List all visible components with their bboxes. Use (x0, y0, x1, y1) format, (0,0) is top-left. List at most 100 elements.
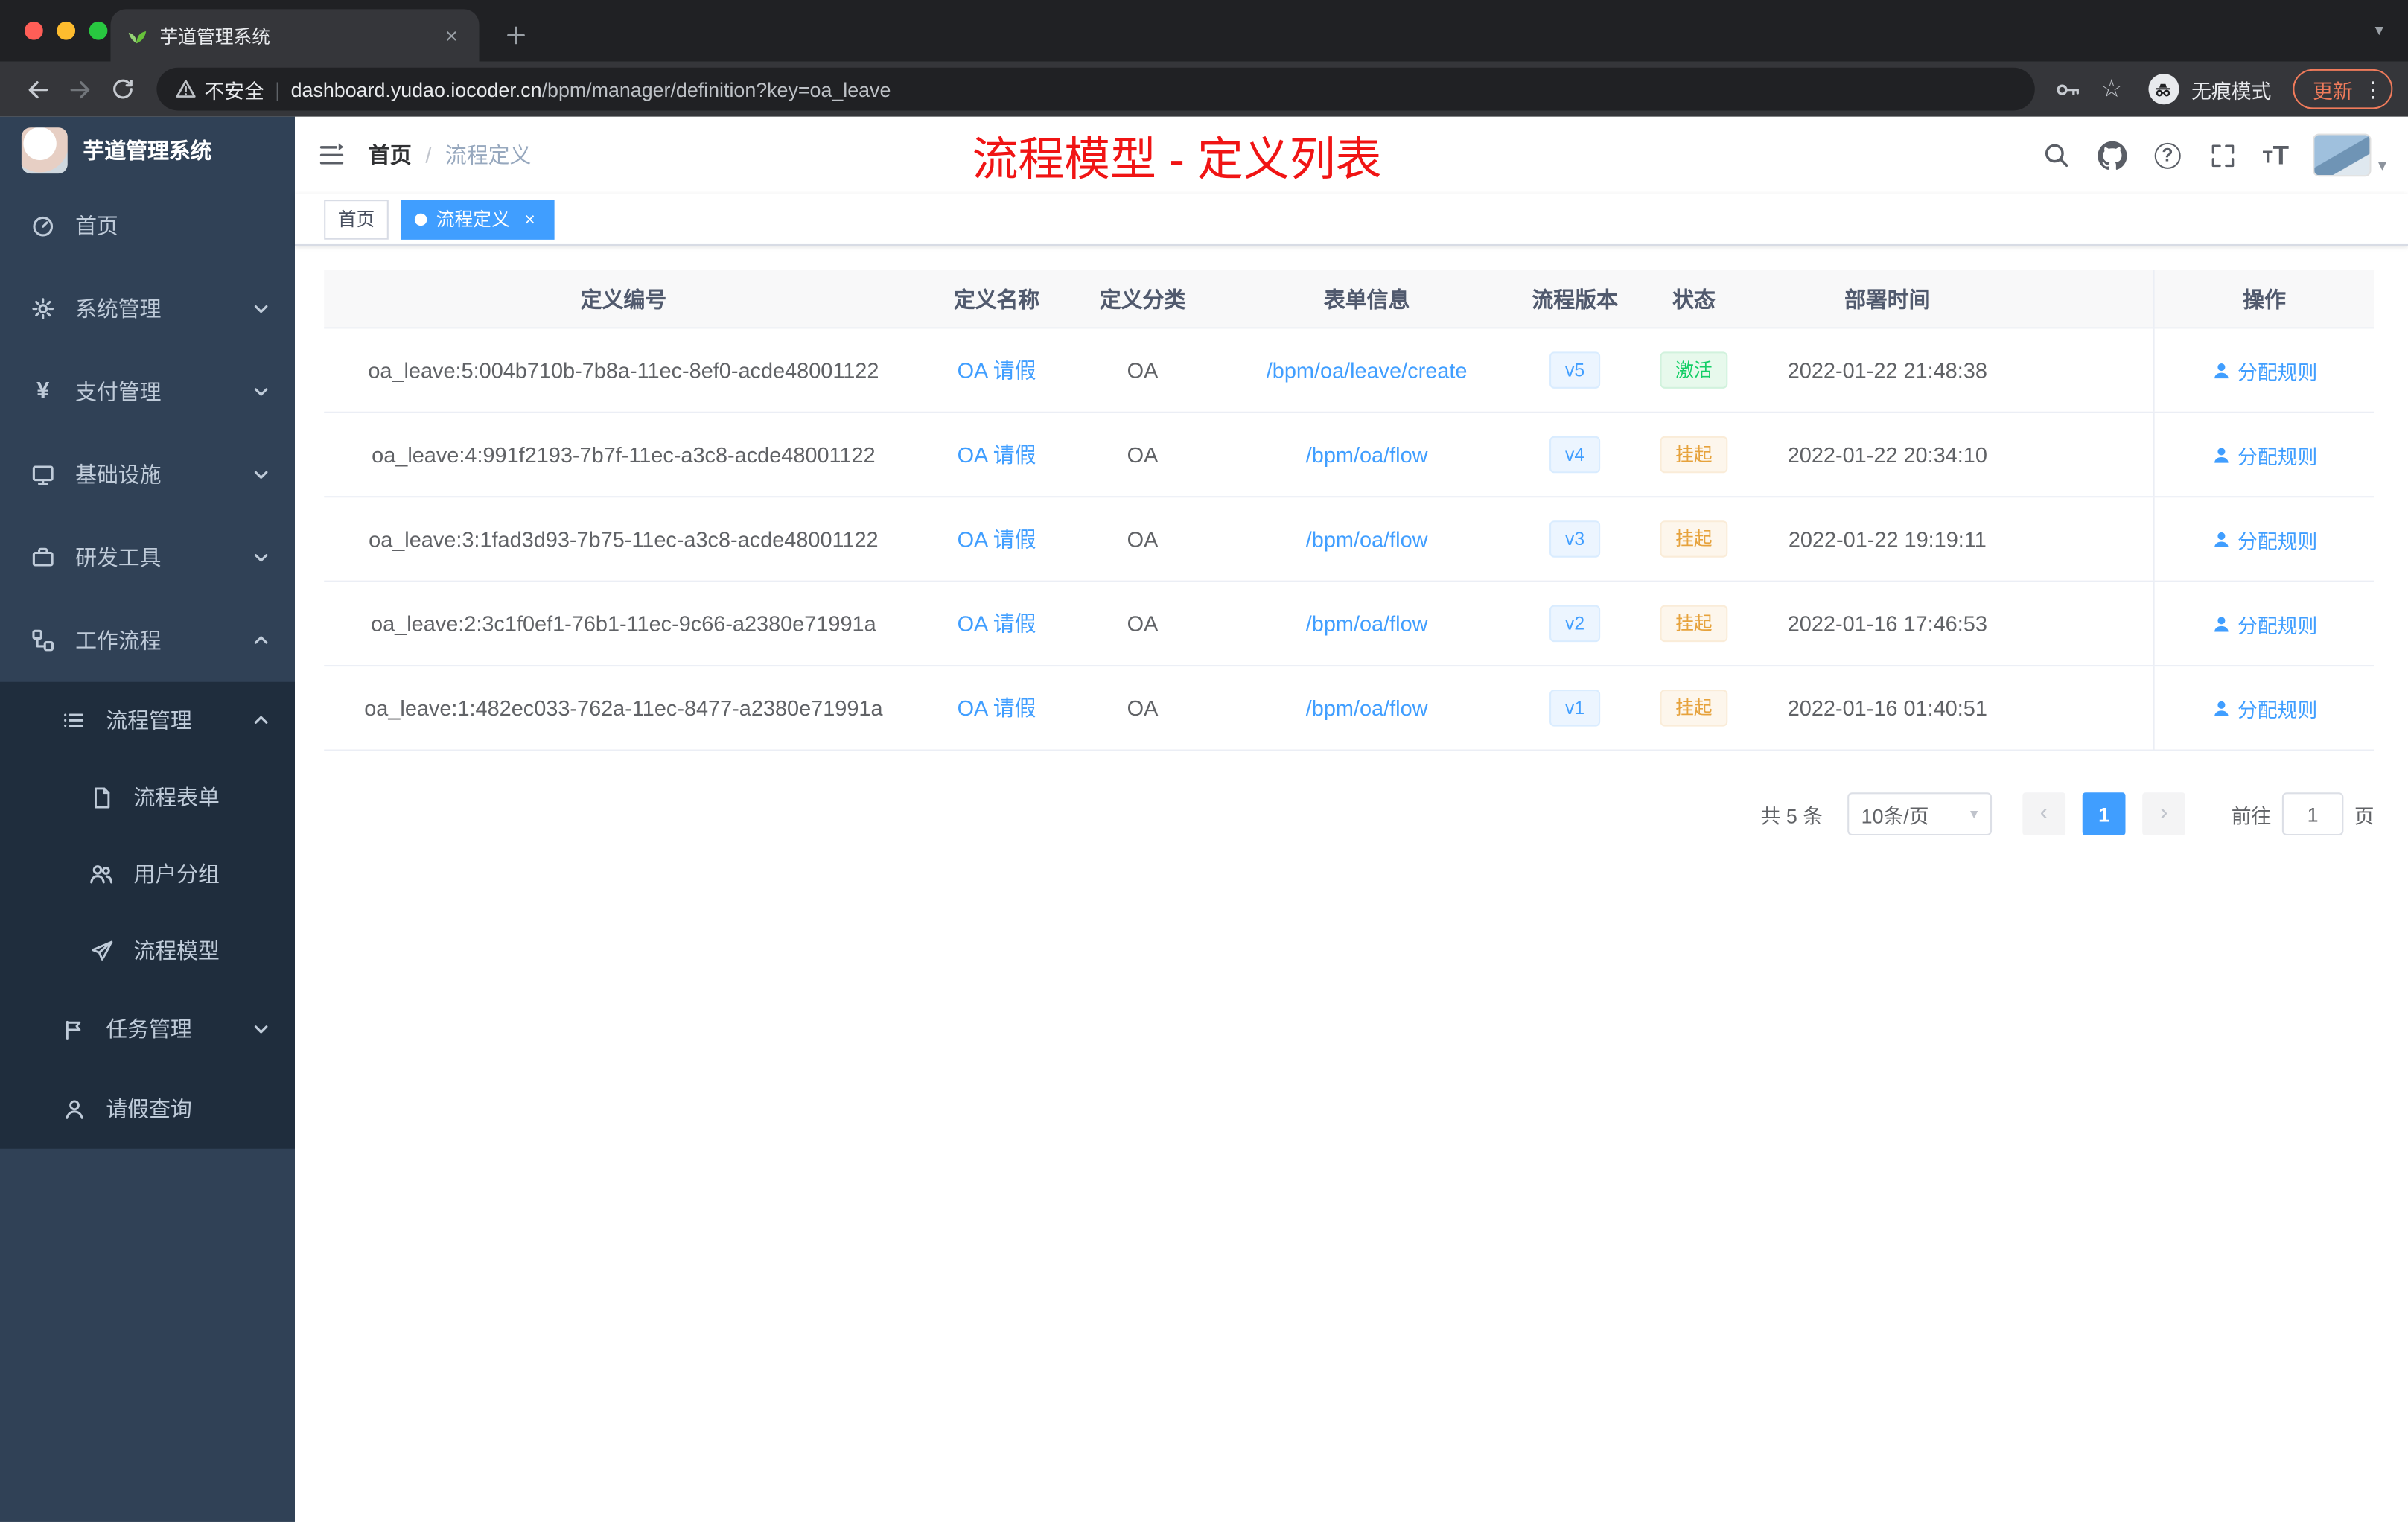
sidebar-item-process-model[interactable]: 流程模型 (0, 912, 295, 989)
page-size-select[interactable]: 10条/页 ▾ (1847, 792, 1992, 835)
version-badge: v2 (1549, 605, 1600, 643)
assign-rule-button[interactable]: 分配规则 (2211, 524, 2317, 553)
definition-id: oa_leave:1:482ec033-762a-11ec-8477-a2380… (364, 695, 883, 721)
assign-rule-button[interactable]: 分配规则 (2211, 693, 2317, 722)
tab-close-icon[interactable]: × (439, 23, 464, 48)
window-close-button[interactable] (25, 21, 43, 40)
action-label: 分配规则 (2237, 613, 2318, 637)
form-link[interactable]: /bpm/oa/flow (1306, 611, 1428, 636)
assign-rule-button[interactable]: 分配规则 (2211, 355, 2317, 384)
form-link[interactable]: /bpm/oa/flow (1306, 526, 1428, 551)
current-page-button[interactable]: 1 (2082, 792, 2126, 835)
avatar-image (2313, 133, 2372, 177)
table-row: oa_leave:5:004b710b-7b8a-11ec-8ef0-acde4… (324, 328, 2374, 413)
security-warning-icon[interactable] (175, 78, 197, 100)
window-zoom-button[interactable] (89, 21, 108, 40)
password-key-icon[interactable] (2047, 68, 2090, 111)
version-badge: v3 (1549, 520, 1600, 558)
action-label: 分配规则 (2237, 360, 2318, 383)
definition-name-link[interactable]: OA 请假 (958, 608, 1036, 639)
yen-icon: ¥ (36, 378, 50, 404)
back-icon[interactable] (16, 68, 59, 111)
chrome-update-button[interactable]: 更新 ⋮ (2293, 69, 2393, 109)
goto-page-input[interactable] (2281, 792, 2344, 835)
update-label: 更新 (2313, 79, 2353, 103)
fullscreen-icon[interactable] (2208, 140, 2238, 171)
favicon-icon (128, 31, 147, 44)
form-link[interactable]: /bpm/oa/flow (1306, 442, 1428, 467)
assign-rule-button[interactable]: 分配规则 (2211, 440, 2317, 469)
chevron-up-icon (252, 711, 270, 730)
bookmark-star-icon[interactable]: ☆ (2090, 68, 2133, 111)
form-link[interactable]: /bpm/oa/leave/create (1267, 358, 1468, 383)
col-header-category: 定义分类 (1099, 286, 1186, 311)
sidebar-item-label: 流程管理 (106, 707, 192, 733)
sidebar-item-label: 首页 (75, 213, 118, 238)
definition-id: oa_leave:5:004b710b-7b8a-11ec-8ef0-acde4… (368, 357, 879, 383)
github-icon[interactable] (2097, 140, 2127, 171)
definition-name-link[interactable]: OA 请假 (958, 692, 1036, 723)
definition-category: OA (1127, 695, 1159, 721)
sidebar-item-home[interactable]: 首页 (0, 185, 295, 267)
sidebar-item-leave-query[interactable]: 请假查询 (0, 1069, 295, 1149)
tag-home[interactable]: 首页 (324, 199, 389, 239)
form-link[interactable]: /bpm/oa/flow (1306, 695, 1428, 720)
font-small-glyph: T (2262, 148, 2273, 167)
prev-page-button[interactable]: ‹ (2022, 792, 2065, 835)
sidebar-item-workflow[interactable]: 工作流程 (0, 599, 295, 681)
font-size-icon[interactable]: TT (2262, 142, 2289, 168)
list-icon (62, 708, 86, 733)
new-tab-button[interactable] (497, 17, 535, 54)
sidebar-item-task-management[interactable]: 任务管理 (0, 989, 295, 1069)
reload-icon[interactable] (101, 68, 144, 111)
next-page-button[interactable]: › (2142, 792, 2185, 835)
sidebar-item-payment[interactable]: ¥ 支付管理 (0, 350, 295, 433)
tag-label: 首页 (337, 208, 375, 231)
sidebar-item-dev-tools[interactable]: 研发工具 (0, 516, 295, 599)
window-controls (0, 21, 108, 40)
col-header-spacer (2018, 270, 2153, 327)
browser-tab[interactable]: 芋道管理系统 × (110, 9, 480, 62)
window-minimize-button[interactable] (57, 21, 76, 40)
sidebar-item-user-group[interactable]: 用户分组 (0, 835, 295, 912)
tab-title: 芋道管理系统 (159, 25, 271, 47)
user-avatar[interactable]: ▾ (2313, 133, 2386, 177)
assign-rule-button[interactable]: 分配规则 (2211, 609, 2317, 638)
definition-name-link[interactable]: OA 请假 (958, 354, 1036, 385)
sidebar-logo[interactable]: 芋道管理系统 (0, 117, 295, 185)
table-header: 定义编号 定义名称 定义分类 表单信息 流程版本 状态 部署时间 操作 (324, 270, 2374, 329)
security-label[interactable]: 不安全 (204, 74, 264, 104)
definition-name-link[interactable]: OA 请假 (958, 523, 1036, 554)
workflow-icon (31, 628, 55, 653)
breadcrumb-home[interactable]: 首页 (369, 140, 412, 171)
page-jumper: 前往 页 (2232, 792, 2374, 835)
tag-process-definition[interactable]: 流程定义 × (401, 199, 555, 239)
search-icon[interactable] (2042, 140, 2072, 171)
breadcrumb-current: 流程定义 (445, 142, 532, 168)
sidebar-item-process-management[interactable]: 流程管理 (0, 682, 295, 759)
hamburger-icon[interactable] (295, 141, 369, 169)
tag-label: 流程定义 (436, 208, 510, 231)
tag-close-icon[interactable]: × (519, 208, 541, 229)
definition-category: OA (1127, 526, 1159, 552)
forward-icon[interactable] (58, 68, 101, 111)
definition-name-link[interactable]: OA 请假 (958, 439, 1036, 470)
definition-category: OA (1127, 357, 1159, 383)
browser-menu-icon[interactable]: ⋮ (2360, 76, 2385, 102)
definition-category: OA (1127, 611, 1159, 636)
definition-id: oa_leave:2:3c1f0ef1-76b1-11ec-9c66-a2380… (371, 611, 876, 636)
sidebar-item-infrastructure[interactable]: 基础设施 (0, 433, 295, 516)
address-bar[interactable]: 不安全 | dashboard.yudao.iocoder.cn/bpm/man… (156, 67, 2035, 111)
help-icon[interactable]: ? (2152, 140, 2182, 171)
sidebar-item-system[interactable]: 系统管理 (0, 267, 295, 350)
action-label: 分配规则 (2237, 698, 2318, 722)
sidebar-item-label: 流程表单 (133, 784, 220, 809)
sidebar: 芋道管理系统 首页 系统管理 ¥ 支付管理 基础设施 研发工具 工作流程 流程管… (0, 116, 295, 1522)
url-path: /bpm/manager/definition?key=oa_leave (541, 77, 891, 101)
col-header-name: 定义名称 (953, 286, 1040, 311)
page-unit-label: 页 (2354, 803, 2374, 827)
tab-search-chevron-icon[interactable]: ▾ (2375, 20, 2383, 40)
status-badge: 挂起 (1660, 605, 1728, 643)
sidebar-item-process-form[interactable]: 流程表单 (0, 759, 295, 835)
page-content: 定义编号 定义名称 定义分类 表单信息 流程版本 状态 部署时间 操作 oa_l… (295, 246, 2408, 1522)
